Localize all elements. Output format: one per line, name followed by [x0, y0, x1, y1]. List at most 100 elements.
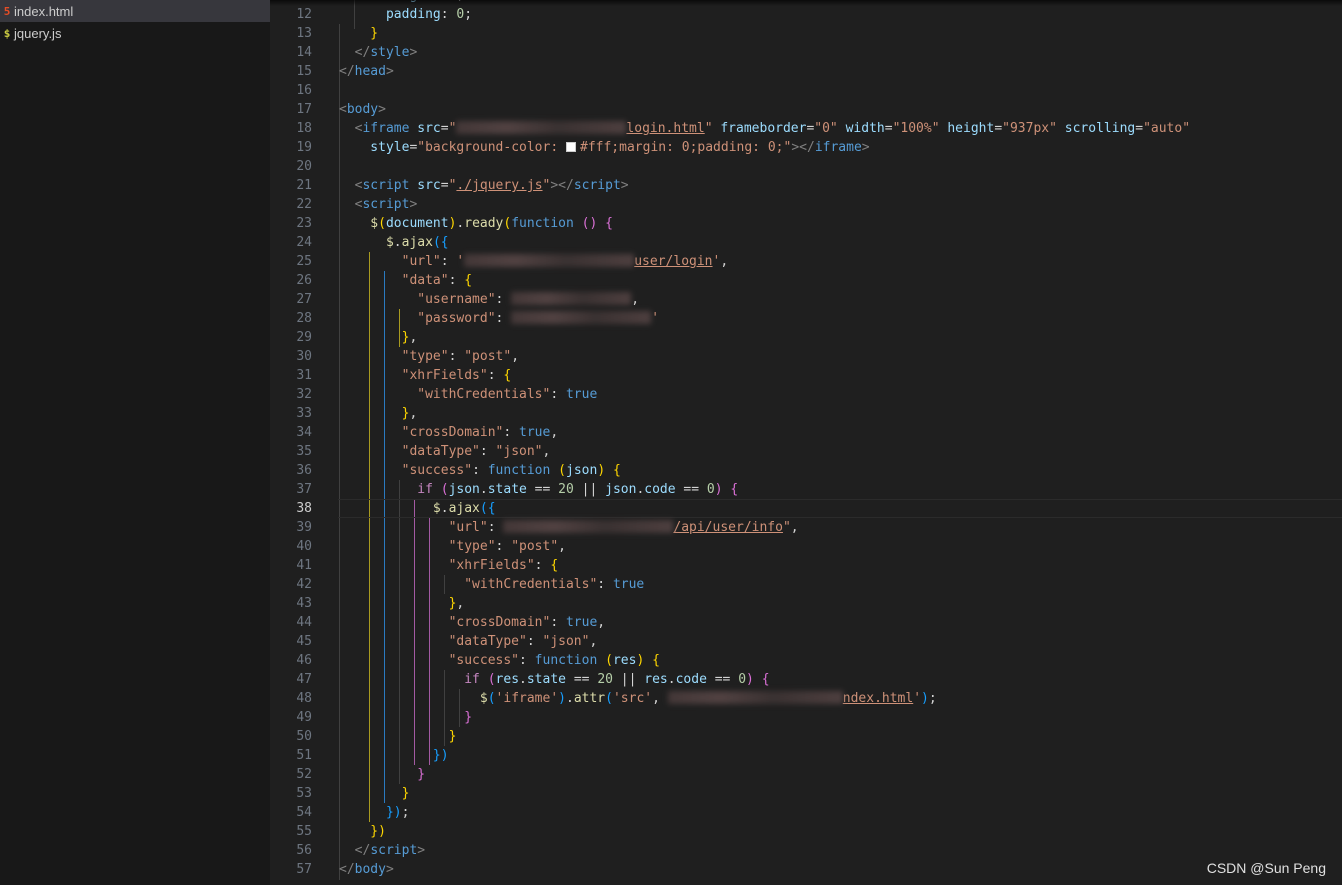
- line-number: 24: [296, 235, 312, 250]
- code-line[interactable]: 26 "data": {: [270, 271, 1342, 290]
- line-number: 17: [296, 102, 312, 117]
- code-token: (: [487, 691, 496, 706]
- code-line[interactable]: 30 "type": "post",: [270, 347, 1342, 366]
- code-line[interactable]: 39 "url": /api/user/info",: [270, 518, 1342, 537]
- code-line[interactable]: 32 "withCredentials": true: [270, 385, 1342, 404]
- file-list: 5 index.html $ jquery.js: [0, 0, 270, 44]
- code-line[interactable]: 35 "dataType": "json",: [270, 442, 1342, 461]
- code-line[interactable]: 38 $.ajax({: [270, 499, 1342, 518]
- code-line[interactable]: 29 },: [270, 328, 1342, 347]
- code-token: ./jquery.js: [456, 178, 543, 193]
- code-token: iframe: [814, 140, 862, 155]
- code-editor[interactable]: 11 margin: 0;12 padding: 0;13 }14 </styl…: [270, 0, 1342, 885]
- code-token: "crossDomain": [339, 615, 551, 630]
- code-line[interactable]: 37 if (json.state == 20 || json.code == …: [270, 480, 1342, 499]
- code-line[interactable]: 34 "crossDomain": true,: [270, 423, 1342, 442]
- code-line[interactable]: 22 <script>: [270, 195, 1342, 214]
- code-token: script: [362, 197, 410, 212]
- code-line[interactable]: 24 $.ajax({: [270, 233, 1342, 252]
- code-line[interactable]: 53 }: [270, 784, 1342, 803]
- code-token: "100%": [892, 121, 940, 136]
- code-line[interactable]: 54 });: [270, 803, 1342, 822]
- code-line[interactable]: 15 </head>: [270, 62, 1342, 81]
- code-token: scrolling: [1064, 121, 1136, 136]
- code-token: =: [994, 121, 1003, 136]
- code-line[interactable]: 52 }: [270, 765, 1342, 784]
- code-token: "background-color:: [417, 140, 566, 155]
- code-token: {: [503, 368, 512, 383]
- code-line[interactable]: 47 if (res.state == 20 || res.code == 0)…: [270, 670, 1342, 689]
- code-token: =: [440, 121, 449, 136]
- code-line[interactable]: 46 "success": function (res) {: [270, 651, 1342, 670]
- code-token: 'iframe': [495, 691, 559, 706]
- code-line[interactable]: 17 <body>: [270, 100, 1342, 119]
- line-number: 53: [296, 786, 312, 801]
- file-item-jquery-js[interactable]: $ jquery.js: [0, 22, 270, 44]
- code-line[interactable]: 57 </body>: [270, 860, 1342, 879]
- code-token: $: [339, 501, 441, 516]
- code-text: },: [339, 328, 418, 347]
- code-text: "type": "post",: [339, 537, 566, 556]
- code-text: "dataType": "json",: [339, 442, 551, 461]
- code-token: "json": [495, 444, 543, 459]
- code-token: ,: [409, 406, 418, 421]
- redacted-text: [456, 121, 627, 134]
- code-line[interactable]: 28 "password": ': [270, 309, 1342, 328]
- line-number: 43: [296, 596, 312, 611]
- code-line[interactable]: 13 }: [270, 24, 1342, 43]
- code-token: frameborder: [720, 121, 807, 136]
- code-token: 20: [558, 482, 574, 497]
- line-number: 47: [296, 672, 312, 687]
- code-text: <iframe src=" login.html" frameborder="0"…: [339, 119, 1190, 138]
- code-line[interactable]: 44 "crossDomain": true,: [270, 613, 1342, 632]
- line-number: 51: [296, 748, 312, 763]
- code-line[interactable]: 43 },: [270, 594, 1342, 613]
- code-line[interactable]: 12 padding: 0;: [270, 5, 1342, 24]
- code-line[interactable]: 36 "success": function (json) {: [270, 461, 1342, 480]
- code-token: style: [339, 140, 410, 155]
- code-line[interactable]: 55 }): [270, 822, 1342, 841]
- code-token: if: [339, 672, 488, 687]
- code-text: });: [339, 803, 410, 822]
- color-swatch[interactable]: [566, 142, 576, 152]
- code-line[interactable]: 33 },: [270, 404, 1342, 423]
- code-line[interactable]: 48 $('iframe').attr('src', ndex.html');: [270, 689, 1342, 708]
- code-token: script: [362, 178, 418, 193]
- code-line[interactable]: 45 "dataType": "json",: [270, 632, 1342, 651]
- code-token: ): [746, 672, 754, 687]
- code-line[interactable]: 16: [270, 81, 1342, 100]
- file-item-index-html[interactable]: 5 index.html: [0, 0, 270, 22]
- code-token: (: [378, 216, 386, 231]
- code-line[interactable]: 18 <iframe src=" login.html" frameborder=…: [270, 119, 1342, 138]
- code-line[interactable]: 19 style="background-color: #fff;margin:…: [270, 138, 1342, 157]
- code-line[interactable]: 50 }: [270, 727, 1342, 746]
- code-line[interactable]: 56 </script>: [270, 841, 1342, 860]
- code-token: :: [495, 311, 512, 326]
- code-line[interactable]: 49 }: [270, 708, 1342, 727]
- code-line[interactable]: 51 }): [270, 746, 1342, 765]
- code-text: "username": ,: [339, 290, 639, 309]
- code-token: width: [845, 121, 885, 136]
- code-token: res: [644, 672, 668, 687]
- code-text: </head>: [339, 62, 394, 81]
- code-line[interactable]: 14 </style>: [270, 43, 1342, 62]
- code-line[interactable]: 41 "xhrFields": {: [270, 556, 1342, 575]
- code-line[interactable]: 25 "url": ' user/login',: [270, 252, 1342, 271]
- code-line[interactable]: 20: [270, 157, 1342, 176]
- code-token: ,: [456, 596, 465, 611]
- code-line[interactable]: 42 "withCredentials": true: [270, 575, 1342, 594]
- code-text: <script>: [339, 195, 418, 214]
- code-line[interactable]: 27 "username": ,: [270, 290, 1342, 309]
- code-token: =: [1135, 121, 1144, 136]
- code-token: }: [339, 596, 457, 611]
- code-token: function: [511, 216, 582, 231]
- code-line[interactable]: 23 $(document).ready(function () {: [270, 214, 1342, 233]
- code-line[interactable]: 40 "type": "post",: [270, 537, 1342, 556]
- code-line[interactable]: 31 "xhrFields": {: [270, 366, 1342, 385]
- code-token: <: [339, 197, 363, 212]
- code-text: "success": function (json) {: [339, 461, 621, 480]
- code-line[interactable]: 21 <script src="./jquery.js"></script>: [270, 176, 1342, 195]
